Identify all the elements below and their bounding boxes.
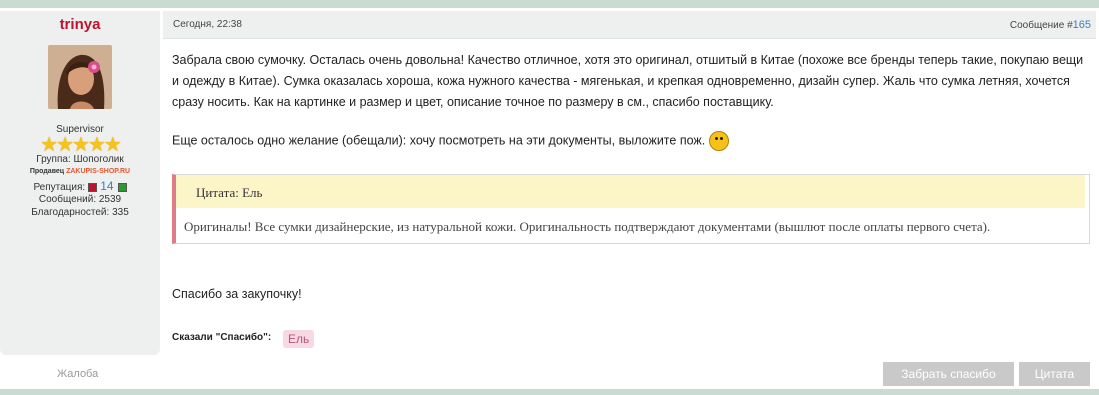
top-border <box>0 0 1099 8</box>
rating-stars-icon: ★★★★★ <box>40 134 122 156</box>
quote-title: Цитата: Ель <box>196 185 263 200</box>
quote-block: Цитата: Ель Оригиналы! Все сумки дизайне… <box>172 174 1090 244</box>
reputation-value: 14 <box>100 179 114 193</box>
smiley-icon <box>709 131 730 151</box>
post-number-link[interactable]: 165 <box>1073 19 1091 31</box>
avatar-image <box>48 45 112 109</box>
message-wish-text: Еще осталось одно желание (обещали): хоч… <box>172 133 706 148</box>
remove-thanks-button[interactable]: Забрать спасибо <box>883 362 1014 386</box>
message-closing: Спасибо за закупочку! <box>172 287 302 301</box>
post-number-label: Сообщение # <box>1009 20 1073 31</box>
user-gratitude: Благодарностей: 335 <box>31 207 129 218</box>
bottom-border <box>0 389 1099 395</box>
reputation-minus-icon[interactable] <box>88 182 98 192</box>
complain-link[interactable]: Жалоба <box>57 368 98 380</box>
user-reputation: Репутация: 14 <box>0 179 160 193</box>
seller-prefix: Продавец <box>29 168 67 175</box>
username-link[interactable]: trinya <box>0 16 160 33</box>
post-date: Сегодня, 22:38 <box>173 19 242 30</box>
user-messages: Сообщений: 2539 <box>38 194 122 205</box>
reputation-label: Репутация: <box>33 182 86 193</box>
reputation-plus-icon[interactable] <box>117 182 127 192</box>
quote-text: Оригиналы! Все сумки дизайнерские, из на… <box>184 219 991 234</box>
seller-shop: ZAKUPIS-SHOP.RU <box>66 168 131 175</box>
message-wish: Еще осталось одно желание (обещали): хоч… <box>172 131 730 151</box>
message-paragraph: Забрала свою сумочку. Осталась очень дов… <box>172 53 1084 109</box>
thanks-label: Сказали "Спасибо": <box>172 332 272 343</box>
quote-header: Цитата: Ель <box>176 175 1085 208</box>
quote-button[interactable]: Цитата <box>1019 362 1090 386</box>
thanks-user-link[interactable]: Ель <box>283 330 315 348</box>
post-header-right <box>163 11 1096 39</box>
avatar[interactable] <box>48 45 112 109</box>
post-number: Сообщение #165 <box>1010 19 1091 31</box>
user-group: Группа: Шопоголик <box>36 154 124 165</box>
seller-badge: Продавец ZAKUPIS-SHOP.RU <box>0 168 160 175</box>
